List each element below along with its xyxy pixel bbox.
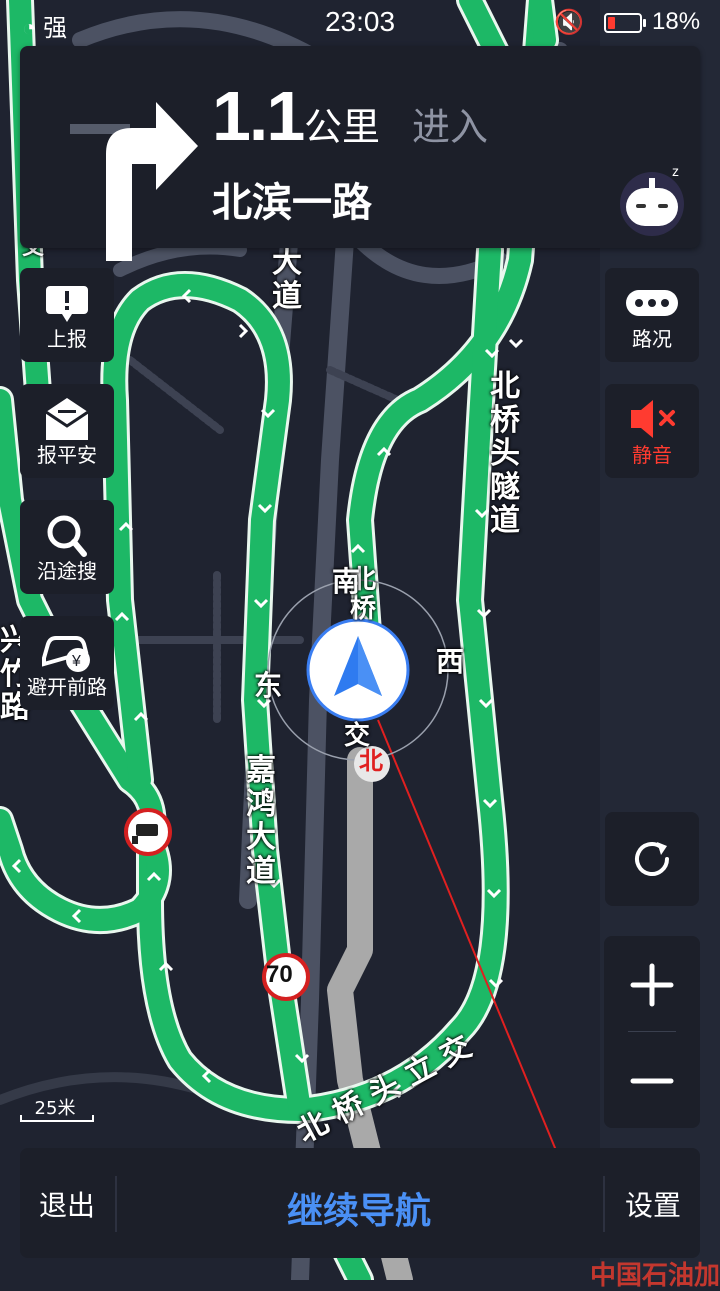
bottom-bar: 退出 继续导航 设置 xyxy=(20,1148,700,1258)
traffic-icon xyxy=(626,290,678,316)
mute-button[interactable]: 静音 xyxy=(605,384,699,478)
voice-assistant-icon[interactable]: z xyxy=(616,164,688,236)
zoom-control xyxy=(604,936,700,1128)
mute-speaker-icon xyxy=(631,400,675,438)
status-bar: ◔ 强 23:03 🔇 18% xyxy=(0,0,720,46)
avoid-road-button[interactable]: ¥ 避开前路 xyxy=(20,616,114,710)
svg-text:z: z xyxy=(672,164,679,179)
current-location-icon xyxy=(306,618,410,722)
guidance-card: 1.1 公里 进入 北滨一路 z xyxy=(20,46,700,261)
road-label-jiahong: 嘉 鸿 大 道 xyxy=(246,753,276,889)
compass-west: 西 xyxy=(436,645,465,678)
speed-limit-value: 70 xyxy=(266,961,293,988)
map-scale: 25米 xyxy=(18,1094,94,1126)
compass-east: 东 xyxy=(254,669,283,702)
avoid-road-label: 避开前路 xyxy=(27,675,107,699)
safe-mail-icon xyxy=(45,398,89,440)
road-label-dadao: 大 道 xyxy=(272,245,302,314)
svg-text:¥: ¥ xyxy=(71,653,81,670)
safe-report-button[interactable]: 报平安 xyxy=(20,384,114,478)
refresh-route-button[interactable] xyxy=(605,812,699,906)
battery-icon xyxy=(604,13,646,33)
avoid-road-icon: ¥ xyxy=(42,636,90,672)
compass-north: 北 xyxy=(359,747,383,775)
refresh-icon xyxy=(635,842,669,876)
report-button[interactable]: 上报 xyxy=(20,268,114,362)
distance-unit: 公里 xyxy=(304,105,381,149)
exit-button[interactable]: 退出 xyxy=(20,1184,114,1224)
report-icon xyxy=(46,286,88,322)
traffic-label: 路况 xyxy=(632,327,672,351)
speed-camera-icon xyxy=(124,808,172,856)
divider xyxy=(603,1176,605,1232)
search-icon xyxy=(47,515,87,557)
turn-distance: 1.1 xyxy=(212,77,305,155)
poi-label-gas-station: 中国石油加 xyxy=(590,1261,720,1291)
road-label-beiqiao-tunnel: 北 桥 头 隧 道 xyxy=(490,369,520,539)
zoom-in-icon[interactable] xyxy=(630,963,674,1007)
traffic-button[interactable]: 路况 xyxy=(605,268,699,362)
turn-right-icon xyxy=(70,102,198,261)
mute-status-icon: 🔇 xyxy=(554,9,584,36)
search-along-button[interactable]: 沿途搜 xyxy=(20,500,114,594)
compass-south: 南 xyxy=(332,565,361,598)
continue-navigation-button[interactable]: 继续导航 xyxy=(116,1182,602,1234)
mute-label: 静音 xyxy=(632,443,672,467)
settings-button[interactable]: 设置 xyxy=(606,1184,700,1224)
battery-percent: 18% xyxy=(652,8,701,35)
safe-report-label: 报平安 xyxy=(37,443,97,467)
search-along-label: 沿途搜 xyxy=(37,559,97,583)
next-road-name: 北滨一路 xyxy=(212,180,372,226)
turn-action: 进入 xyxy=(412,105,489,149)
report-label: 上报 xyxy=(47,327,87,351)
